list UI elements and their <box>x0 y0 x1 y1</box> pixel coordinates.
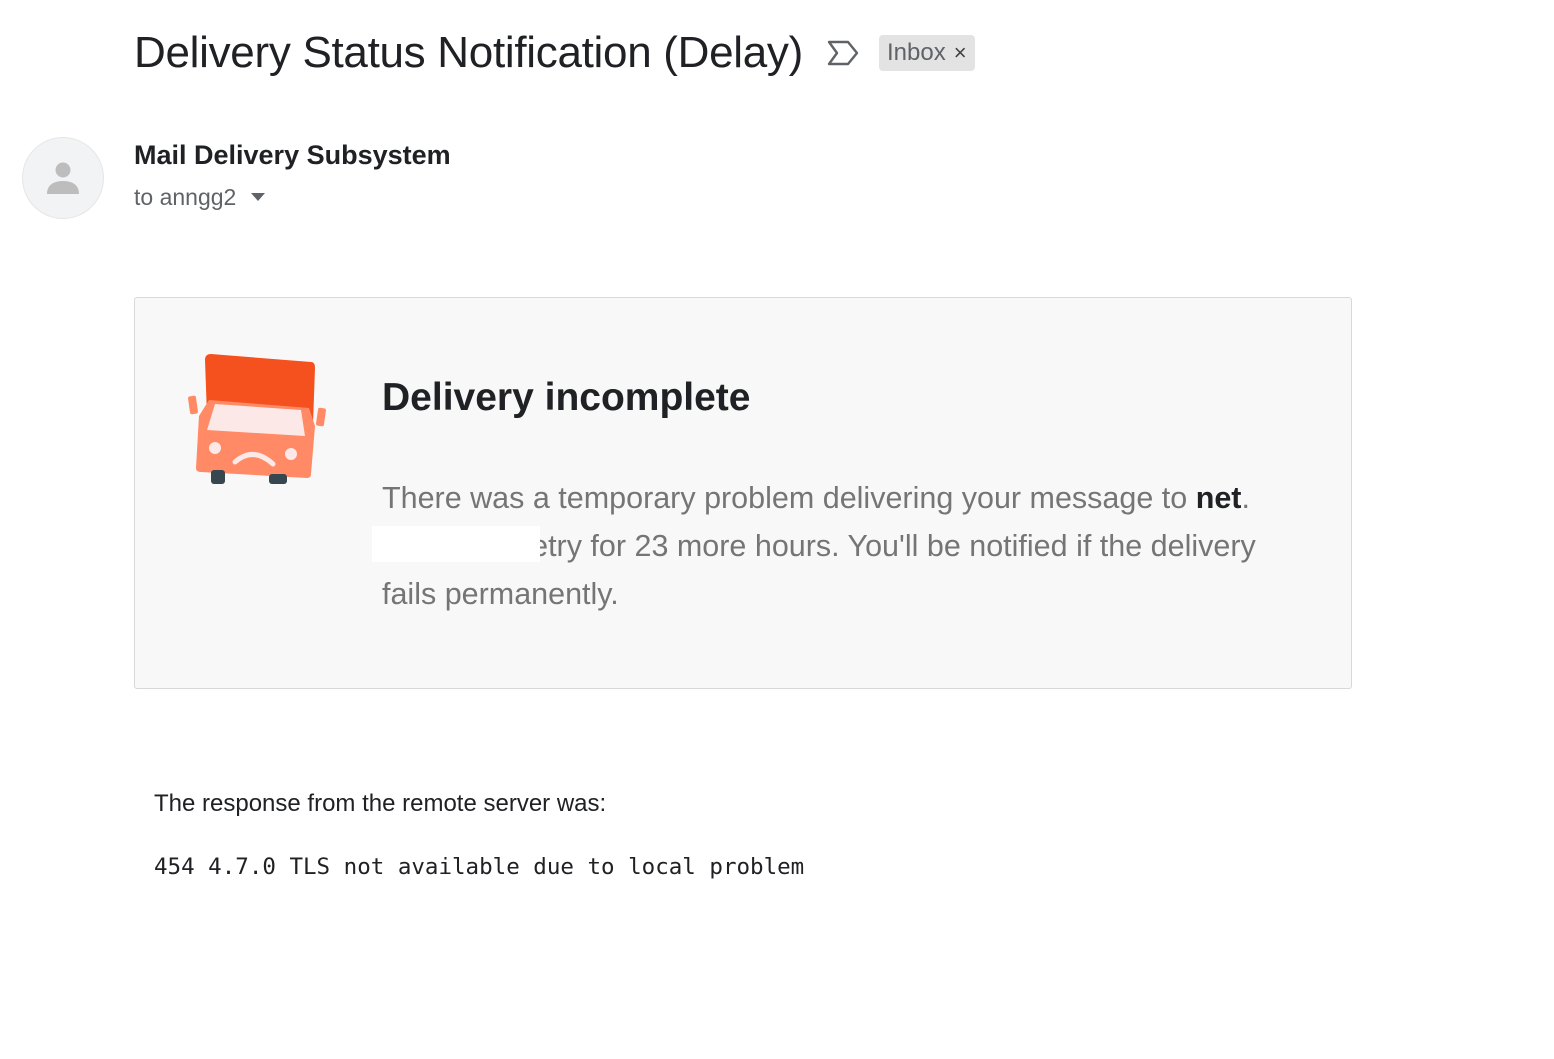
important-marker-icon[interactable] <box>825 38 861 68</box>
subject-row: Delivery Status Notification (Delay) Inb… <box>134 24 975 82</box>
email-subject: Delivery Status Notification (Delay) <box>134 28 803 77</box>
recipient-text: to anngg2 <box>134 183 237 210</box>
redaction-mask <box>372 526 540 562</box>
label-text: Inbox <box>887 39 946 66</box>
remove-label-icon[interactable]: × <box>954 42 967 64</box>
server-response-label: The response from the remote server was: <box>154 790 607 817</box>
server-response-code: 454 4.7.0 TLS not available due to local… <box>154 854 805 880</box>
caret-down-icon[interactable] <box>248 187 268 207</box>
sender-avatar[interactable] <box>22 137 104 219</box>
recipient-address: net <box>1195 481 1242 515</box>
person-icon <box>47 162 79 194</box>
inbox-label-chip: Inbox × <box>879 35 975 71</box>
email-view: Delivery Status Notification (Delay) Inb… <box>0 0 1554 1059</box>
sender-name: Mail Delivery Subsystem <box>134 140 451 170</box>
recipient-row: to anngg2 <box>134 181 268 213</box>
sad-truck-icon <box>188 354 326 484</box>
card-title: Delivery incomplete <box>382 376 751 419</box>
delivery-status-card: Delivery incomplete There was a temporar… <box>134 297 1352 689</box>
card-message-prefix: There was a temporary problem delivering… <box>382 481 1196 515</box>
